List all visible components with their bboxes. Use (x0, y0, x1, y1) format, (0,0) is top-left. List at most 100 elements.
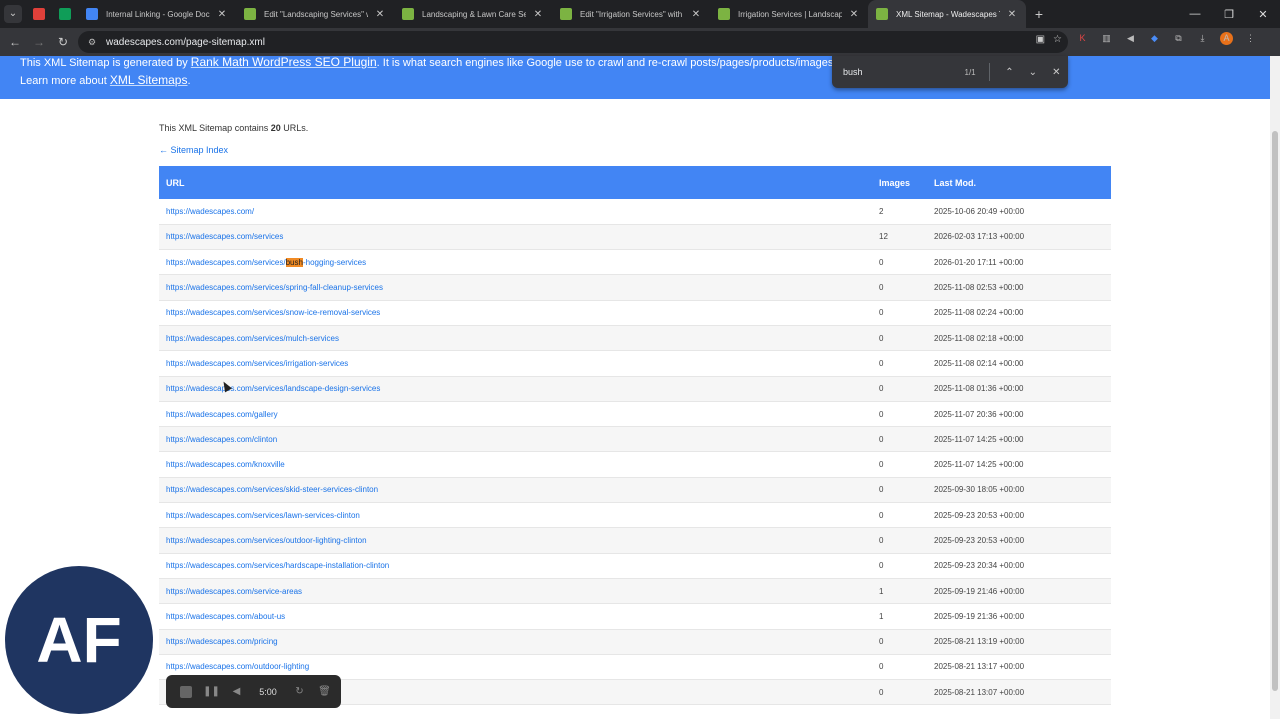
browser-tab[interactable]: Internal Linking - Google Docs ✕ (78, 0, 236, 28)
url-cell: https://wadescapes.com/ (159, 199, 879, 224)
mute-icon[interactable]: ◀ (224, 686, 249, 697)
browser-tab[interactable]: Edit "Irrigation Services" with El ✕ (552, 0, 710, 28)
find-next-button[interactable]: ⌄ (1021, 67, 1044, 78)
url-cell: https://wadescapes.com/services/mulch-se… (159, 325, 879, 350)
url-cell: https://wadescapes.com/about-us (159, 604, 879, 629)
header-url: URL (166, 177, 185, 188)
tab-close-icon[interactable]: ✕ (216, 9, 228, 20)
browser-tab[interactable]: Edit "Landscaping Services" wit ✕ (236, 0, 394, 28)
sitemap-url-link[interactable]: https://wadescapes.com/services/hardscap… (166, 561, 389, 570)
extension-puzzle-alt-icon[interactable]: ▥ (1100, 32, 1113, 45)
docs-icon (86, 8, 98, 20)
sitemap-url-link[interactable]: https://wadescapes.com/pricing (166, 637, 278, 646)
site-icon (244, 8, 256, 20)
restore-button[interactable]: ❐ (1212, 0, 1246, 28)
find-close-button[interactable]: ✕ (1045, 67, 1068, 78)
profile-avatar[interactable]: A (1220, 32, 1233, 45)
sitemap-index-link[interactable]: ← Sitemap Index (159, 145, 228, 155)
extension-k-icon[interactable]: K (1076, 32, 1089, 45)
sitemap-url-link[interactable]: https://wadescapes.com/gallery (166, 410, 278, 419)
pause-icon[interactable]: ❚❚ (199, 686, 224, 697)
reload-button[interactable]: ↻ (51, 30, 75, 54)
table-row: https://wadescapes.com/services/lawn-ser… (159, 503, 1111, 528)
browser-tab[interactable]: Landscaping & Lawn Care Serv ✕ (394, 0, 552, 28)
site-icon (718, 8, 730, 20)
close-window-button[interactable]: ✕ (1246, 0, 1280, 28)
sitemap-url-link[interactable]: https://wadescapes.com/services/lawn-ser… (166, 511, 360, 520)
rank-math-link[interactable]: Rank Math WordPress SEO Plugin (191, 56, 377, 69)
xml-sitemaps-link[interactable]: XML Sitemaps (110, 73, 188, 87)
last-mod-cell: 2025-09-23 20:34 +00:00 (934, 561, 1025, 571)
lens-icon[interactable]: ▣ (1036, 34, 1045, 45)
extensions-puzzle-icon[interactable]: ⧉ (1172, 32, 1185, 45)
images-cell: 1 (879, 611, 884, 621)
scrollbar-thumb[interactable] (1272, 131, 1278, 691)
sitemap-url-link[interactable]: https://wadescapes.com/service-areas (166, 587, 302, 596)
sitemap-url-link[interactable]: https://wadescapes.com/services/snow-ice… (166, 308, 380, 317)
tab-title: Edit "Landscaping Services" wit (264, 9, 368, 19)
images-cell: 12 (879, 232, 888, 242)
images-cell: 0 (879, 333, 884, 343)
find-bar: bush 1/1 ⌃ ⌄ ✕ (832, 56, 1068, 88)
sitemap-url-link[interactable]: https://wadescapes.com/knoxville (166, 460, 285, 469)
tab-close-icon[interactable]: ✕ (690, 9, 702, 20)
sitemap-url-link[interactable]: https://wadescapes.com/services/skid-ste… (166, 485, 378, 494)
table-row: https://wadescapes.com/services/snow-ice… (159, 300, 1111, 326)
sitemap-url-link[interactable]: https://wadescapes.com/services/spring-f… (166, 283, 383, 292)
speaker-icon[interactable]: ◀ (1124, 32, 1137, 45)
tab-close-icon[interactable]: ✕ (848, 9, 860, 20)
tab-close-icon[interactable]: ✕ (1006, 9, 1018, 20)
images-cell: 0 (879, 510, 884, 520)
sitemap-url-link[interactable]: https://wadescapes.com/ (166, 207, 254, 216)
site-info-icon[interactable]: ⚙ (84, 34, 100, 50)
last-mod-cell: 2025-09-19 21:46 +00:00 (934, 586, 1025, 596)
sitemap-url-link[interactable]: https://wadescapes.com/services/mulch-se… (166, 334, 339, 343)
browser-tab[interactable]: XML Sitemap - Wadescapes To ✕ (868, 0, 1026, 28)
new-tab-button[interactable]: + (1026, 6, 1052, 22)
url-cell: https://wadescapes.com/gallery (159, 401, 879, 426)
sheets-icon (59, 8, 71, 20)
delete-icon[interactable]: 🗑 (312, 686, 337, 697)
table-row: https://wadescapes.com/services/landscap… (159, 376, 1111, 402)
browser-tab[interactable] (52, 0, 78, 28)
table-row: https://wadescapes.com/services/outdoor-… (159, 527, 1111, 554)
url-cell: https://wadescapes.com/services (159, 224, 879, 249)
browser-tab[interactable]: Irrigation Services | Landscapin ✕ (710, 0, 868, 28)
sitemap-url-link[interactable]: https://wadescapes.com/services/irrigati… (166, 359, 348, 368)
tab-search-button[interactable]: ⌄ (0, 0, 26, 28)
menu-kebab-icon[interactable]: ⋮ (1244, 32, 1257, 45)
page-scrollbar[interactable] (1270, 56, 1280, 719)
header-last-mod: Last Mod. (934, 177, 976, 188)
extension-blue-icon[interactable]: ◆ (1148, 32, 1161, 45)
site-icon (876, 8, 888, 20)
sitemap-url-link[interactable]: https://wadescapes.com/clinton (166, 435, 277, 444)
images-cell: 0 (879, 409, 884, 419)
tab-close-icon[interactable]: ✕ (374, 9, 386, 20)
stop-recording-button[interactable] (180, 685, 192, 698)
extensions-area: K ▥ ◀ ◆ ⧉ ⤓ A ⋮ (1076, 32, 1257, 45)
find-input[interactable]: bush (843, 67, 950, 77)
sitemap-url-link[interactable]: https://wadescapes.com/services/outdoor-… (166, 536, 367, 545)
sitemap-url-link[interactable]: https://wadescapes.com/about-us (166, 612, 285, 621)
sitemap-url-link[interactable]: https://wadescapes.com/services (166, 232, 283, 241)
sitemap-url-link[interactable]: https://wadescapes.com/outdoor-lighting (166, 662, 309, 671)
forward-button[interactable]: → (27, 30, 51, 54)
bookmark-star-icon[interactable]: ☆ (1053, 34, 1062, 45)
tab-close-icon[interactable]: ✕ (532, 9, 544, 20)
recording-controls: ❚❚ ◀ 5:00 ↻ 🗑 (166, 675, 341, 708)
table-row: https://wadescapes.com/service-areas 1 202… (159, 578, 1111, 604)
table-row: https://wadescapes.com/services/irrigati… (159, 351, 1111, 377)
minimize-button[interactable]: — (1178, 0, 1212, 28)
url-cell: https://wadescapes.com/services/snow-ice… (159, 300, 879, 325)
window-controls: — ❐ ✕ (1178, 0, 1280, 28)
address-bar[interactable]: ⚙ wadescapes.com/page-sitemap.xml ▣ ☆ (78, 31, 1068, 53)
find-previous-button[interactable]: ⌃ (998, 67, 1021, 78)
download-icon[interactable]: ⤓ (1196, 32, 1209, 45)
restart-icon[interactable]: ↻ (287, 686, 312, 697)
sitemap-url-link[interactable]: https://wadescapes.com/services/landscap… (166, 384, 380, 393)
back-button[interactable]: ← (3, 30, 27, 54)
browser-tab[interactable] (26, 0, 52, 28)
sitemap-url-link[interactable]: https://wadescapes.com/services/bush-hog… (166, 257, 366, 267)
images-cell: 0 (879, 561, 884, 571)
banner-text-suffix: . It is what search engines like Google … (376, 57, 908, 69)
